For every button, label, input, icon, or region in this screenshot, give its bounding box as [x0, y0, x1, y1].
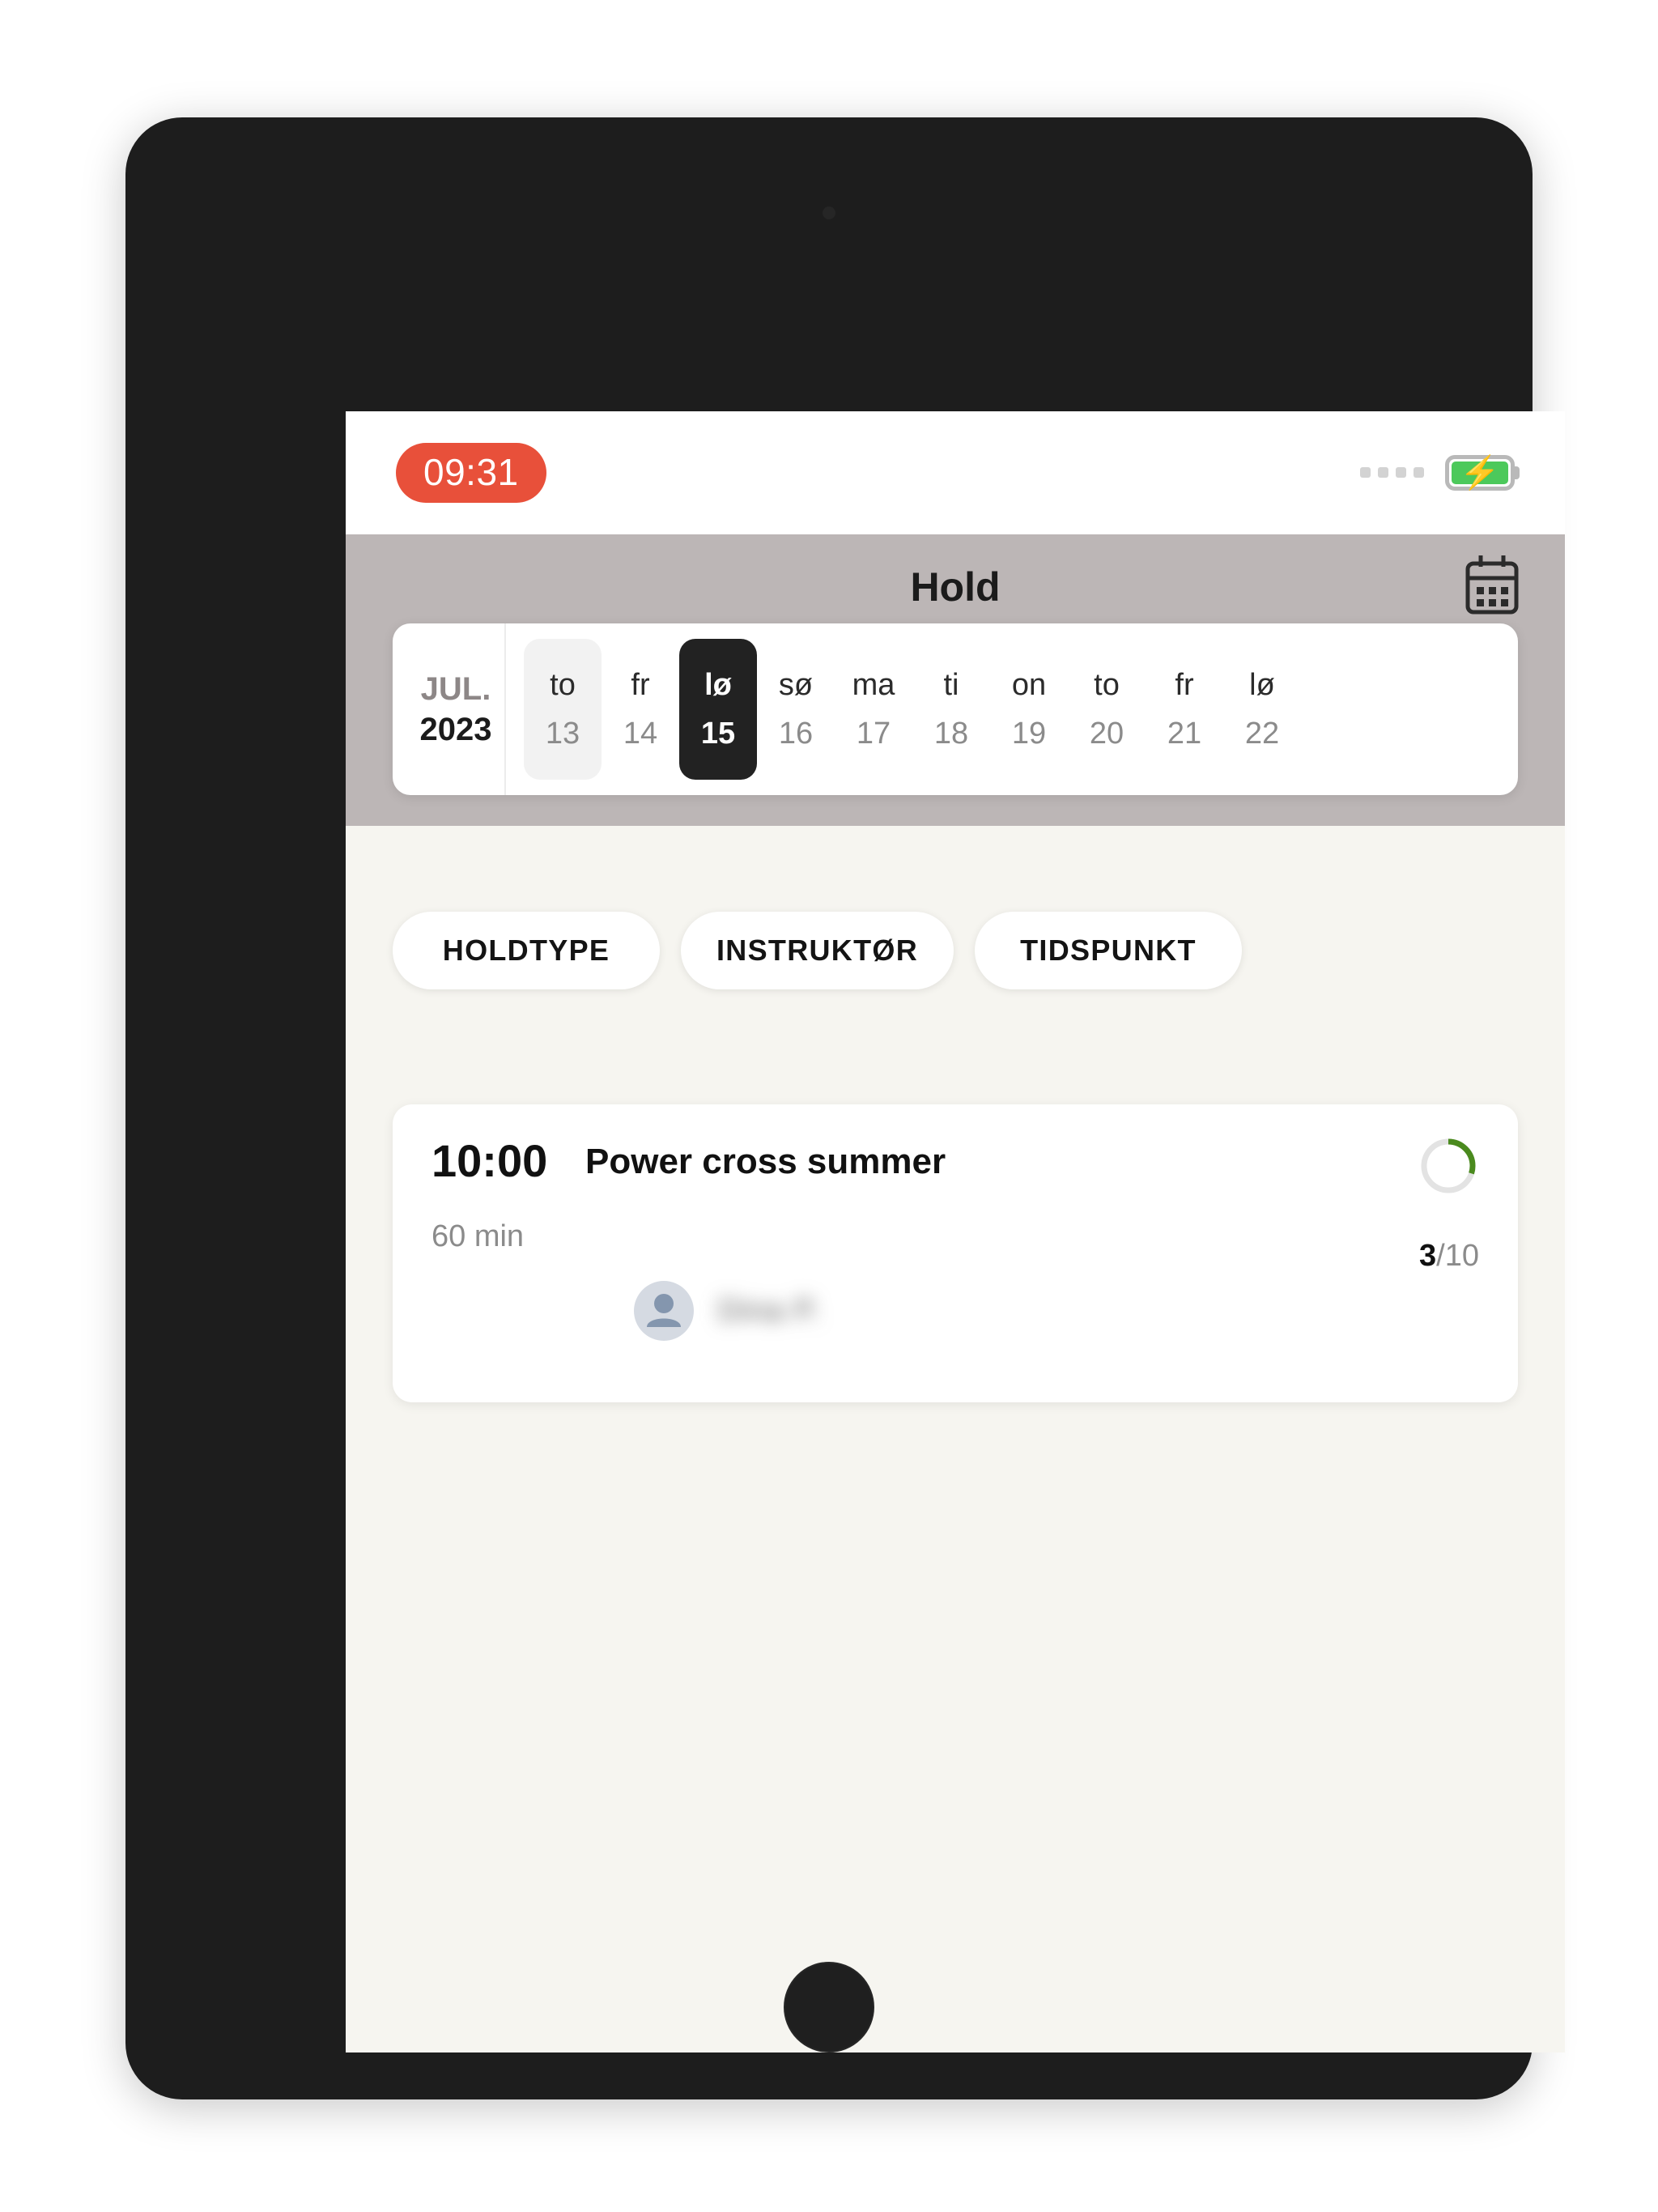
capacity-progress-ring: [1418, 1135, 1479, 1197]
day-of-week-label: ti: [943, 668, 959, 702]
day-number-label: 17: [856, 717, 891, 751]
day-of-week-label: lø: [1249, 668, 1275, 702]
day-cell-20[interactable]: to 20: [1068, 639, 1146, 780]
charging-bolt-icon: ⚡: [1460, 455, 1500, 491]
day-number-label: 18: [933, 717, 969, 751]
capacity-count: 3/10: [1419, 1240, 1479, 1271]
status-bar-right: ⚡: [1360, 455, 1515, 491]
instructor-name: Dina P.: [718, 1294, 821, 1328]
day-number-label: 22: [1244, 717, 1280, 751]
instructor-row[interactable]: Dina P.: [634, 1281, 821, 1341]
person-avatar-icon: [634, 1281, 694, 1341]
home-button[interactable]: [784, 1962, 874, 2052]
booked-count: 3: [1419, 1239, 1437, 1273]
day-number-label: 16: [778, 717, 814, 751]
day-cell-22[interactable]: lø 22: [1223, 639, 1301, 780]
day-of-week-label: ma: [852, 668, 895, 702]
status-bar: 09:31 ⚡: [346, 411, 1565, 534]
filter-row: HOLDTYPE INSTRUKTØR TIDSPUNKT: [393, 912, 1565, 989]
capacity-total: /10: [1436, 1239, 1479, 1273]
front-camera: [823, 206, 835, 219]
year-label: 2023: [419, 712, 492, 747]
day-cell-18[interactable]: ti 18: [912, 639, 990, 780]
day-number-label: 14: [623, 717, 658, 751]
page-title: Hold: [910, 564, 1001, 610]
class-card[interactable]: 10:00 Power cross summer 60 min 3/10 Dina P.: [393, 1104, 1518, 1402]
tablet-device-frame: 09:31 ⚡ Hold JUL. 2023 to 13 fr 14 lø 15…: [125, 117, 1565, 2099]
status-time: 09:31: [396, 443, 546, 503]
day-of-week-label: fr: [631, 668, 650, 702]
days-row: to 13 fr 14 lø 15 sø 16 ma 17 ti 18 on 19 to 20 fr 21 lø 22: [506, 623, 1518, 795]
day-cell-14[interactable]: fr 14: [602, 639, 679, 780]
class-card-top-row: 10:00 Power cross summer: [432, 1138, 1479, 1197]
day-of-week-label: to: [550, 668, 576, 702]
day-cell-17[interactable]: ma 17: [835, 639, 912, 780]
day-number-label: 13: [545, 717, 580, 751]
day-of-week-label: fr: [1175, 668, 1194, 702]
day-number-label: 21: [1167, 717, 1202, 751]
class-start-time: 10:00: [432, 1135, 548, 1186]
day-cell-15[interactable]: lø 15: [679, 639, 757, 780]
filter-pill-holdtype[interactable]: HOLDTYPE: [393, 912, 660, 989]
day-of-week-label: to: [1094, 668, 1120, 702]
filter-pill-instruktør[interactable]: INSTRUKTØR: [681, 912, 954, 989]
class-name: Power cross summer: [585, 1142, 946, 1181]
signal-strength-icon: [1360, 466, 1424, 478]
battery-charging-icon: ⚡: [1445, 455, 1515, 491]
day-cell-19[interactable]: on 19: [990, 639, 1068, 780]
day-of-week-label: on: [1011, 668, 1047, 702]
day-number-label: 19: [1011, 717, 1047, 751]
filter-pill-tidspunkt[interactable]: TIDSPUNKT: [975, 912, 1242, 989]
day-number-label: 20: [1089, 717, 1124, 751]
class-duration: 60 min: [432, 1219, 525, 1253]
month-label: JUL.: [420, 671, 491, 707]
day-cell-16[interactable]: sø 16: [757, 639, 835, 780]
screen: 09:31 ⚡ Hold JUL. 2023 to 13 fr 14 lø 15…: [346, 411, 1565, 2052]
day-cell-21[interactable]: fr 21: [1146, 639, 1223, 780]
date-strip[interactable]: JUL. 2023 to 13 fr 14 lø 15 sø 16 ma 17 ti 18 on 19 to…: [393, 623, 1518, 795]
month-year-block: JUL. 2023: [393, 623, 506, 795]
day-cell-13[interactable]: to 13: [524, 639, 602, 780]
day-of-week-label: sø: [778, 668, 814, 702]
day-number-label: 15: [700, 717, 736, 751]
class-list: 10:00 Power cross summer 60 min 3/10 Dina P.: [393, 1104, 1518, 1402]
calendar-icon[interactable]: [1463, 554, 1521, 617]
day-of-week-label: lø: [704, 668, 732, 702]
